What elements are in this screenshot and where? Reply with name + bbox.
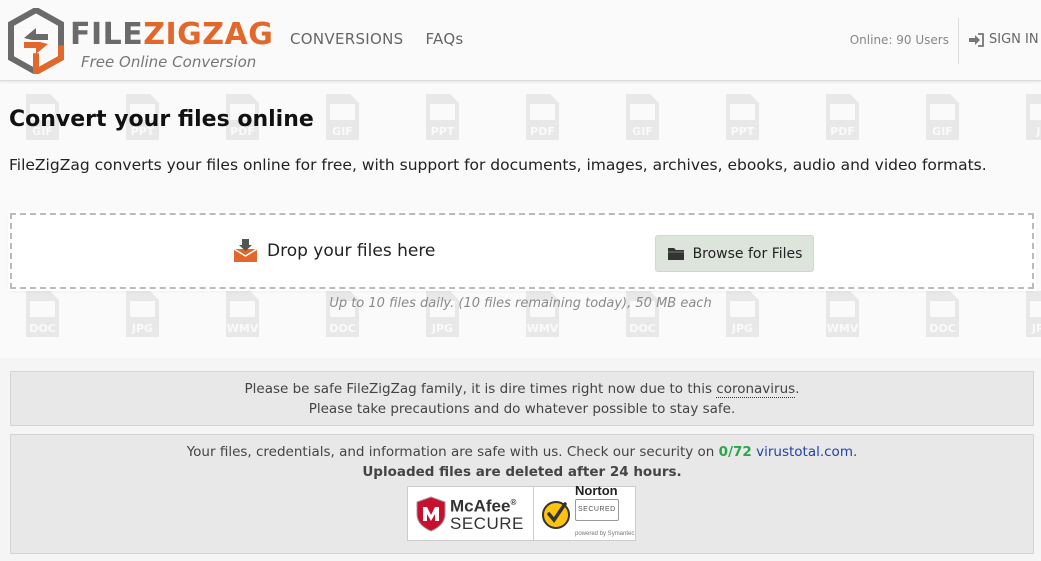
bg-file-icon: PPT (426, 94, 459, 140)
sign-in-label: SIGN IN (989, 32, 1039, 47)
header-divider (958, 18, 959, 64)
file-deletion-notice: Uploaded files are deleted after 24 hour… (362, 464, 682, 480)
covid-line-1-end: . (795, 381, 800, 397)
bg-file-icon-label: PDF (830, 125, 855, 138)
bg-file-icon-label: JPG (431, 322, 453, 335)
mcafee-name: McAfee® (450, 494, 524, 516)
logo-title: FILEZIGZAG (70, 19, 273, 51)
bg-file-icon: GIF (326, 94, 359, 140)
page-description: FileZigZag converts your files online fo… (9, 156, 987, 174)
mcafee-secure-label: SECURE (450, 514, 524, 534)
covid-line-2: Please take precautions and do whatever … (308, 401, 736, 417)
mcafee-name-text: McAfee (450, 496, 511, 516)
virustotal-score: 0/72 (718, 444, 752, 460)
mcafee-shield-icon (416, 495, 446, 532)
bg-file-icon-label: DOC (329, 322, 356, 335)
norton-check-icon (542, 500, 570, 529)
bg-file-icon-label: WMV (227, 322, 259, 335)
covid-line-1: Please be safe FileZigZag family, it is … (11, 379, 1033, 399)
bg-file-icon: PDF (826, 94, 859, 140)
browse-files-button[interactable]: Browse for Files (655, 235, 814, 272)
browse-files-label: Browse for Files (692, 245, 803, 262)
sign-in-button[interactable]: SIGN IN (968, 32, 1039, 47)
mcafee-registered-mark: ® (510, 497, 517, 507)
norton-text: Norton SECURED powered by Symantec (575, 484, 634, 544)
file-drop-zone[interactable]: Drop your files here Browse for Files (10, 213, 1034, 289)
bg-file-icon-label: JP (1035, 125, 1041, 138)
bg-file-icon: JP (1026, 94, 1041, 140)
bg-file-icon-label: GIF (332, 125, 353, 138)
download-box-icon (233, 239, 258, 262)
security-text-end: . (852, 444, 858, 460)
bg-file-icon: GIF (926, 94, 959, 140)
norton-powered-by: powered by Symantec (575, 530, 635, 537)
hero-section: GIFPPTPDFGIFPPTPDFGIFPPTPDFGIFJPDOCJPGWM… (0, 82, 1041, 358)
drop-files-label: Drop your files here (267, 240, 436, 261)
online-users-count: Online: 90 Users (849, 33, 949, 47)
bg-file-icon-label: PPT (431, 125, 455, 138)
page-title: Convert your files online (9, 107, 314, 132)
bg-file-icon-label: DOC (629, 322, 656, 335)
security-notice: Your files, credentials, and information… (10, 434, 1034, 554)
bg-file-icon-label: DOC (29, 322, 56, 335)
site-logo[interactable]: FILEZIGZAG Free Online Conversion (8, 8, 273, 74)
norton-secured-label: SECURED (575, 498, 619, 521)
coronavirus-notice: Please be safe FileZigZag family, it is … (10, 371, 1034, 426)
main-nav: CONVERSIONS FAQs (290, 30, 464, 48)
folder-icon (667, 248, 684, 260)
security-line: Your files, credentials, and information… (11, 442, 1033, 462)
bg-file-icon-label: JPG (731, 322, 753, 335)
norton-secured-badge[interactable]: Norton SECURED powered by Symantec (534, 484, 636, 544)
sign-in-icon (969, 32, 984, 47)
bg-file-icon-label: GIF (932, 125, 953, 138)
nav-conversions-link[interactable]: CONVERSIONS (290, 30, 403, 48)
logo-title-zigzag: ZIGZAG (143, 17, 274, 52)
coronavirus-link[interactable]: coronavirus (716, 381, 796, 398)
mcafee-secure-badge[interactable]: McAfee® SECURE (407, 486, 534, 541)
bg-file-icon-label: DOC (929, 322, 956, 335)
bg-file-icon: GIF (626, 94, 659, 140)
bg-file-icon-label: GIF (632, 125, 653, 138)
mcafee-text: McAfee® SECURE (450, 494, 524, 534)
logo-tagline: Free Online Conversion (81, 53, 257, 71)
nav-faqs-link[interactable]: FAQs (425, 30, 463, 48)
security-text: Your files, credentials, and information… (186, 444, 719, 460)
security-badges: McAfee® SECURE Norton SECURED powered by… (407, 484, 636, 544)
bg-file-icon: PPT (726, 94, 759, 140)
site-header: FILEZIGZAG Free Online Conversion CONVER… (0, 0, 1041, 81)
bg-file-icon: PDF (526, 94, 559, 140)
covid-line-1-text: Please be safe FileZigZag family, it is … (244, 381, 717, 397)
logo-hexagon-icon (8, 8, 64, 74)
bg-file-icon-label: WMV (827, 322, 859, 335)
norton-name: Norton (575, 482, 618, 498)
drop-files-area[interactable]: Drop your files here (232, 237, 435, 264)
bg-file-icon-label: PPT (731, 125, 755, 138)
upload-limit-text: Up to 10 files daily. (10 files remainin… (329, 296, 712, 311)
bg-file-icon-label: JPG (1031, 322, 1041, 335)
virustotal-link[interactable]: virustotal.com (756, 444, 853, 460)
logo-title-file: FILE (70, 17, 144, 52)
bg-file-icon-label: PDF (530, 125, 555, 138)
bg-file-icon-label: WMV (527, 322, 559, 335)
bg-file-icon-label: JPG (131, 322, 153, 335)
